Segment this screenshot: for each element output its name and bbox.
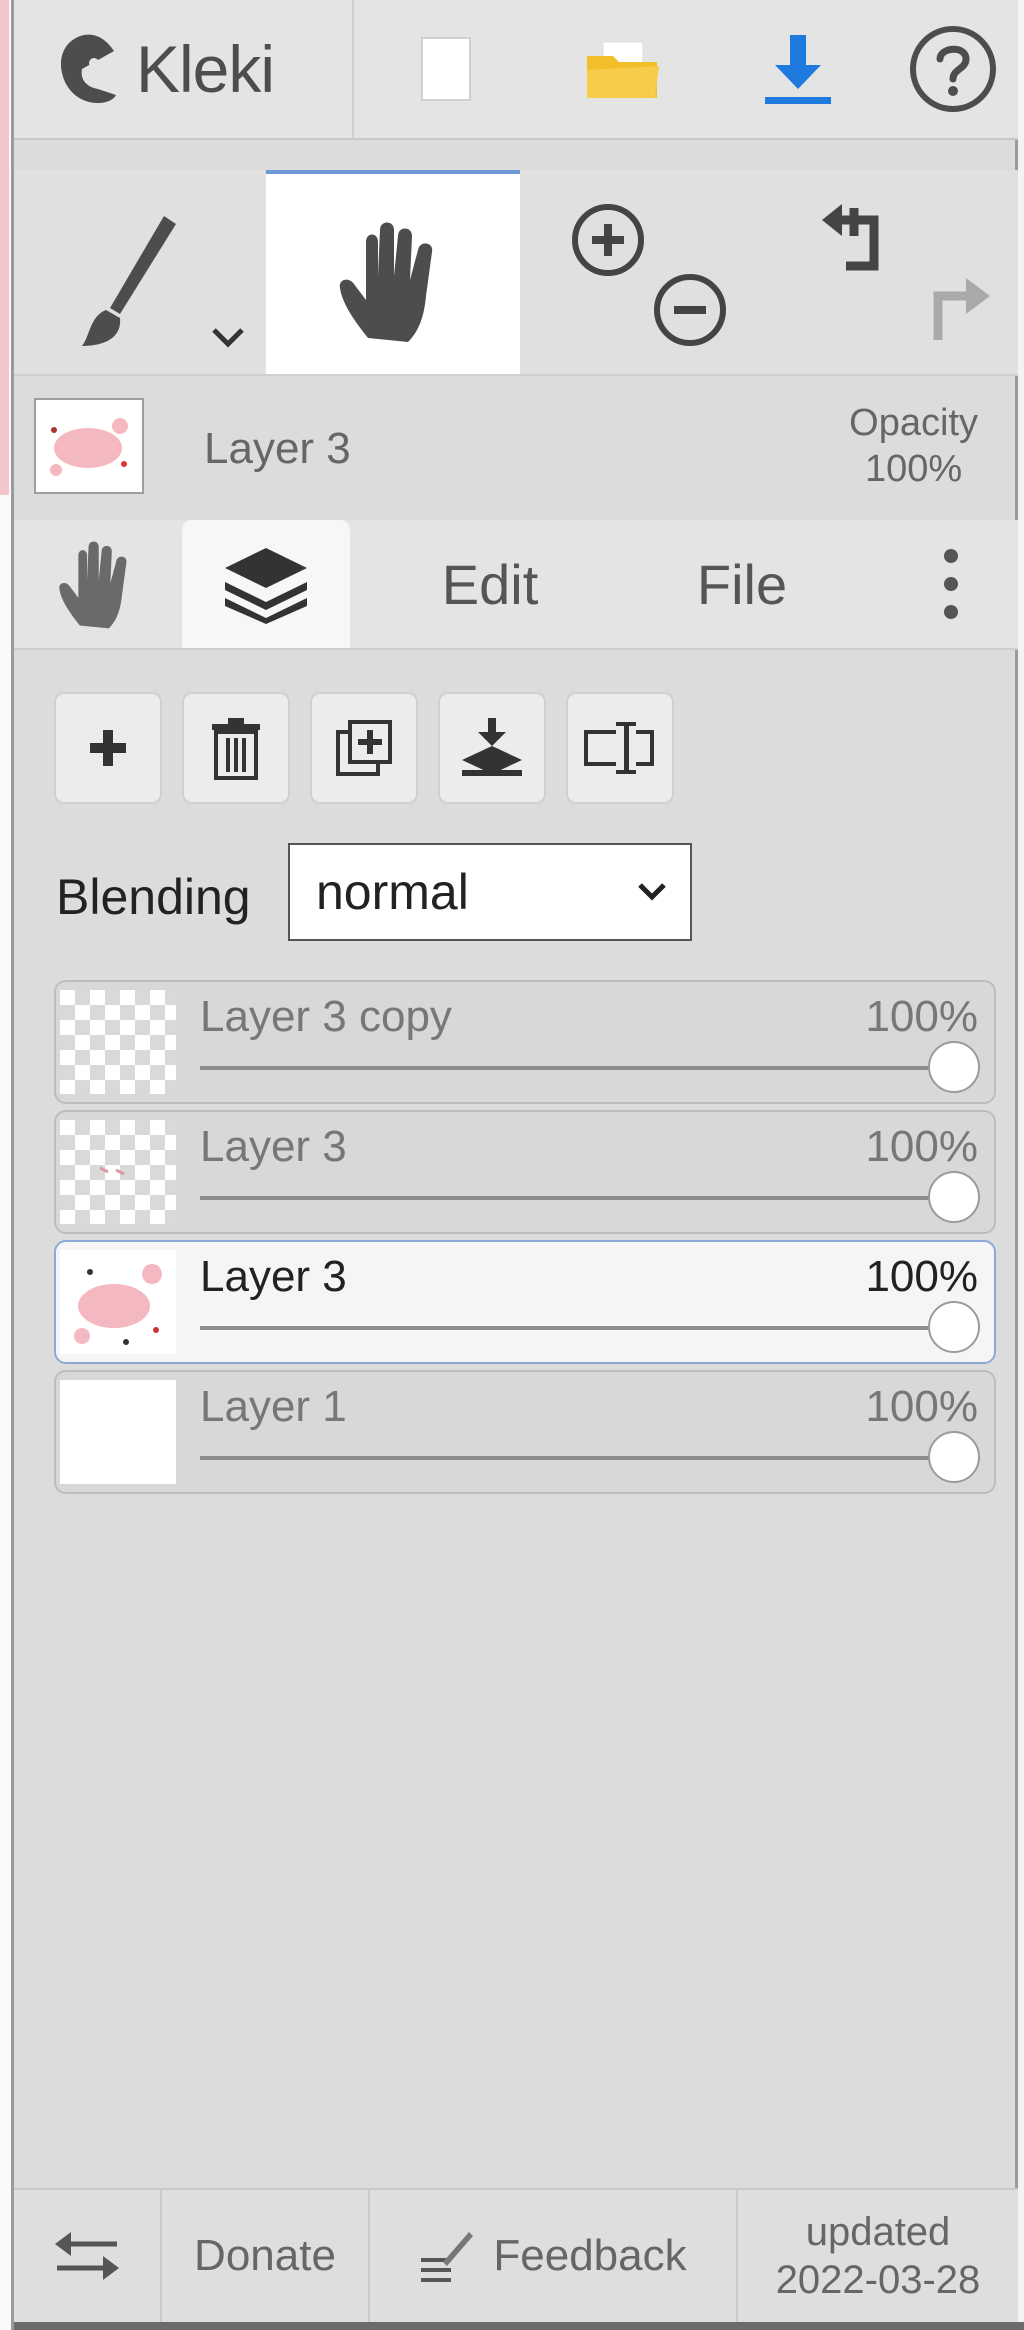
layer-name: Layer 3 bbox=[200, 1252, 347, 1301]
tab-file[interactable]: File bbox=[630, 520, 854, 648]
tab-layers[interactable] bbox=[182, 520, 350, 648]
current-layer-thumbnail[interactable] bbox=[34, 398, 144, 494]
opacity-label: Opacity bbox=[849, 402, 978, 444]
opacity-value: 100% bbox=[864, 448, 963, 490]
layer-opacity-slider-handle[interactable] bbox=[928, 1301, 980, 1353]
layer-thumbnail bbox=[60, 1380, 176, 1484]
blending-value: normal bbox=[316, 864, 469, 920]
blending-label: Blending bbox=[56, 869, 251, 925]
footer: Donate Feedback updated 2022-03-28 bbox=[14, 2188, 1018, 2322]
updated-info[interactable]: updated 2022-03-28 bbox=[738, 2190, 1018, 2322]
layer-opacity: 100% bbox=[865, 1122, 978, 1171]
hand-icon bbox=[59, 541, 127, 629]
updated-date: 2022-03-28 bbox=[775, 2258, 981, 2302]
panel-tabs: Edit File bbox=[14, 520, 1018, 650]
chevron-down-icon[interactable] bbox=[210, 326, 246, 350]
delete-layer-icon bbox=[212, 718, 260, 780]
open-image-button[interactable] bbox=[538, 0, 708, 138]
hand-icon bbox=[339, 222, 433, 342]
zoom-in-icon[interactable] bbox=[568, 200, 648, 280]
help-icon bbox=[910, 26, 996, 112]
redo-icon[interactable] bbox=[918, 270, 998, 350]
layer-opacity-slider[interactable] bbox=[200, 1326, 980, 1330]
layer-opacity-slider-handle[interactable] bbox=[928, 1171, 980, 1223]
duplicate-layer-button[interactable] bbox=[310, 692, 418, 804]
hand-tool-button[interactable] bbox=[266, 170, 520, 374]
feedback-label: Feedback bbox=[493, 2231, 687, 2280]
current-layer-name: Layer 3 bbox=[204, 424, 351, 473]
layer-thumbnail bbox=[60, 1250, 176, 1354]
new-image-button[interactable] bbox=[354, 0, 538, 138]
layer-opacity-slider-handle[interactable] bbox=[928, 1431, 980, 1483]
zoom-controls bbox=[520, 170, 760, 374]
layer-thumbnail bbox=[60, 1120, 176, 1224]
brush-icon bbox=[82, 216, 176, 346]
layer-name: Layer 1 bbox=[200, 1382, 347, 1431]
current-layer-info: Layer 3 Opacity 100% bbox=[14, 376, 1018, 516]
top-bar: Kleki bbox=[14, 0, 1018, 140]
layer-opacity: 100% bbox=[865, 1382, 978, 1431]
layer-opacity: 100% bbox=[865, 1252, 978, 1301]
merge-down-icon bbox=[462, 718, 522, 776]
swap-side-button[interactable] bbox=[14, 2190, 160, 2322]
layer-opacity-slider[interactable] bbox=[200, 1456, 980, 1460]
layer-item[interactable]: Layer 1 100% bbox=[54, 1370, 996, 1494]
pink-art-thumbnail bbox=[74, 1264, 162, 1345]
canvas-preview-strip bbox=[0, 0, 9, 495]
layer-item-selected[interactable]: Layer 3 100% bbox=[54, 1240, 996, 1364]
add-layer-button[interactable] bbox=[54, 692, 162, 804]
bottom-border bbox=[14, 2322, 1024, 2330]
feedback-link[interactable]: Feedback bbox=[370, 2190, 736, 2322]
undo-icon[interactable] bbox=[814, 200, 894, 280]
delete-layer-button[interactable] bbox=[182, 692, 290, 804]
add-layer-icon bbox=[90, 730, 126, 766]
tab-edit[interactable]: Edit bbox=[350, 520, 630, 648]
open-folder-icon bbox=[587, 41, 659, 98]
layer-name: Layer 3 copy bbox=[200, 992, 452, 1041]
app-name: Kleki bbox=[136, 32, 275, 106]
kleki-logo-icon bbox=[60, 34, 116, 103]
rename-layer-icon bbox=[584, 722, 654, 774]
layer-name: Layer 3 bbox=[200, 1122, 347, 1171]
more-vertical-icon bbox=[944, 549, 958, 619]
layer-opacity: 100% bbox=[865, 992, 978, 1041]
pink-art-thumbnail bbox=[36, 400, 142, 492]
layer-thumbnail bbox=[60, 990, 176, 1094]
layers-icon bbox=[225, 548, 307, 624]
layer-opacity-slider[interactable] bbox=[200, 1066, 980, 1070]
rename-layer-button[interactable] bbox=[566, 692, 674, 804]
history-controls bbox=[760, 170, 1018, 374]
current-layer-opacity: Opacity 100% bbox=[849, 400, 978, 492]
download-button[interactable] bbox=[708, 0, 888, 138]
tab-hand[interactable] bbox=[14, 520, 182, 648]
side-panel: Kleki Layer 3 Opacity 100% Edit File Ble… bbox=[14, 0, 1018, 2330]
duplicate-layer-icon bbox=[336, 720, 392, 776]
zoom-out-icon[interactable] bbox=[650, 270, 730, 350]
tool-row bbox=[14, 170, 1018, 376]
donate-link[interactable]: Donate bbox=[162, 2190, 368, 2322]
layer-item[interactable]: Layer 3 copy 100% bbox=[54, 980, 996, 1104]
layer-item[interactable]: Layer 3 100% bbox=[54, 1110, 996, 1234]
layer-opacity-slider-handle[interactable] bbox=[928, 1041, 980, 1093]
kleki-logo[interactable]: Kleki bbox=[54, 0, 354, 138]
brush-tool-button[interactable] bbox=[14, 170, 266, 374]
chevron-down-icon bbox=[638, 883, 666, 901]
updated-label: updated bbox=[805, 2210, 951, 2254]
blending-select[interactable]: normal bbox=[288, 843, 692, 941]
swap-arrows-icon bbox=[55, 2232, 119, 2280]
layer-opacity-slider[interactable] bbox=[200, 1196, 980, 1200]
layer-thumbnail-marks bbox=[99, 1166, 125, 1176]
merge-down-button[interactable] bbox=[438, 692, 546, 804]
more-menu-button[interactable] bbox=[884, 520, 1018, 648]
canvas-edge bbox=[0, 0, 14, 2330]
feedback-icon bbox=[421, 2232, 474, 2282]
new-image-icon bbox=[421, 37, 471, 101]
download-icon bbox=[765, 35, 831, 104]
help-button[interactable] bbox=[888, 0, 1018, 138]
